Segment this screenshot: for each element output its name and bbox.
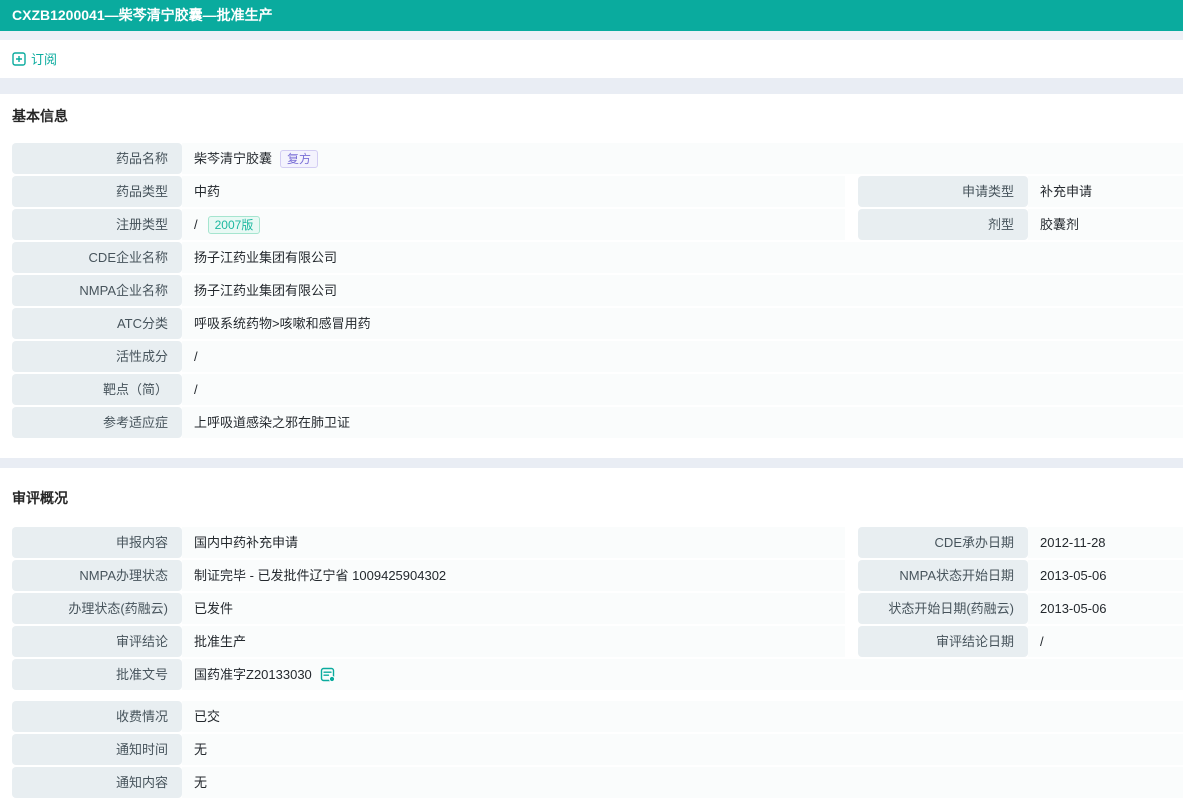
field-value: 制证完毕 - 已发批件辽宁省 1009425904302 bbox=[182, 560, 845, 591]
field-label: 审评结论 bbox=[12, 626, 182, 657]
info-row: ATC分类 呼吸系统药物>咳嗽和感冒用药 bbox=[12, 308, 1183, 339]
field-value: 2013-05-06 bbox=[1028, 560, 1183, 591]
basic-info-table: 药品名称 柴芩清宁胶囊 复方 药品类型 中药 申请类型 补充申请 注册类型 / … bbox=[12, 143, 1183, 440]
field-label: NMPA办理状态 bbox=[12, 560, 182, 591]
field-label: 药品名称 bbox=[12, 143, 182, 174]
info-row: 收费情况 已交 bbox=[12, 701, 1183, 732]
field-value: 中药 bbox=[182, 176, 845, 207]
field-value: / bbox=[1028, 626, 1183, 657]
field-value: 补充申请 bbox=[1028, 176, 1183, 207]
field-label: ATC分类 bbox=[12, 308, 182, 339]
compound-badge: 复方 bbox=[280, 149, 319, 168]
field-label: 批准文号 bbox=[12, 659, 182, 690]
reg-version-badge: 2007版 bbox=[207, 215, 261, 234]
field-label: CDE承办日期 bbox=[858, 527, 1028, 558]
info-row: 办理状态(药融云) 已发件 状态开始日期(药融云) 2013-05-06 bbox=[12, 593, 1183, 624]
info-row: 审评结论 批准生产 审评结论日期 / bbox=[12, 626, 1183, 657]
field-label: NMPA状态开始日期 bbox=[858, 560, 1028, 591]
drug-name-value: 柴芩清宁胶囊 bbox=[194, 151, 273, 166]
field-label: NMPA企业名称 bbox=[12, 275, 182, 306]
field-label: 剂型 bbox=[858, 209, 1028, 240]
field-value: / bbox=[182, 374, 1183, 405]
add-square-icon bbox=[12, 51, 26, 66]
section-title-basic-info: 基本信息 bbox=[12, 108, 68, 124]
info-row: 注册类型 / 2007版 剂型 胶囊剂 bbox=[12, 209, 1183, 240]
field-label: 办理状态(药融云) bbox=[12, 593, 182, 624]
field-value: 柴芩清宁胶囊 复方 bbox=[182, 143, 1183, 174]
info-row: 药品类型 中药 申请类型 补充申请 bbox=[12, 176, 1183, 207]
field-value: 批准生产 bbox=[182, 626, 845, 657]
field-value: 胶囊剂 bbox=[1028, 209, 1183, 240]
info-row: 通知时间 无 bbox=[12, 734, 1183, 765]
info-row: NMPA办理状态 制证完毕 - 已发批件辽宁省 1009425904302 NM… bbox=[12, 560, 1183, 591]
divider-band bbox=[0, 31, 1183, 40]
info-row: 通知内容 无 bbox=[12, 767, 1183, 798]
page-title: CXZB1200041—柴芩清宁胶囊—批准生产 bbox=[12, 7, 273, 23]
field-value: 国内中药补充申请 bbox=[182, 527, 845, 558]
field-value: 国药准字Z20133030 bbox=[182, 659, 1183, 690]
review-table-extra: 收费情况 已交 通知时间 无 通知内容 无 bbox=[12, 701, 1183, 800]
field-label: CDE企业名称 bbox=[12, 242, 182, 273]
divider-band bbox=[0, 78, 1183, 94]
field-value: 已交 bbox=[182, 701, 1183, 732]
document-detail-icon[interactable] bbox=[320, 667, 336, 683]
field-value: 2012-11-28 bbox=[1028, 527, 1183, 558]
section-title-review: 审评概况 bbox=[12, 490, 68, 506]
field-label: 参考适应症 bbox=[12, 407, 182, 438]
subscribe-link[interactable]: 订阅 bbox=[12, 49, 57, 68]
field-value: 已发件 bbox=[182, 593, 845, 624]
toolbar: 订阅 bbox=[0, 40, 1183, 78]
field-value: 扬子江药业集团有限公司 bbox=[182, 242, 1183, 273]
field-value: 呼吸系统药物>咳嗽和感冒用药 bbox=[182, 308, 1183, 339]
info-row: 靶点（简） / bbox=[12, 374, 1183, 405]
info-row: 活性成分 / bbox=[12, 341, 1183, 372]
field-value: / 2007版 bbox=[182, 209, 845, 240]
field-label: 通知时间 bbox=[12, 734, 182, 765]
review-table: 申报内容 国内中药补充申请 CDE承办日期 2012-11-28 NMPA办理状… bbox=[12, 527, 1183, 692]
field-label: 靶点（简） bbox=[12, 374, 182, 405]
info-row: NMPA企业名称 扬子江药业集团有限公司 bbox=[12, 275, 1183, 306]
field-value: 上呼吸道感染之邪在肺卫证 bbox=[182, 407, 1183, 438]
field-value: 扬子江药业集团有限公司 bbox=[182, 275, 1183, 306]
info-row: 药品名称 柴芩清宁胶囊 复方 bbox=[12, 143, 1183, 174]
divider-band bbox=[0, 458, 1183, 468]
field-label: 申请类型 bbox=[858, 176, 1028, 207]
info-row: CDE企业名称 扬子江药业集团有限公司 bbox=[12, 242, 1183, 273]
info-row: 参考适应症 上呼吸道感染之邪在肺卫证 bbox=[12, 407, 1183, 438]
field-label: 注册类型 bbox=[12, 209, 182, 240]
field-label: 收费情况 bbox=[12, 701, 182, 732]
page-header: CXZB1200041—柴芩清宁胶囊—批准生产 bbox=[0, 0, 1183, 31]
field-label: 活性成分 bbox=[12, 341, 182, 372]
field-value: 2013-05-06 bbox=[1028, 593, 1183, 624]
field-label: 通知内容 bbox=[12, 767, 182, 798]
field-value: / bbox=[182, 341, 1183, 372]
field-label: 申报内容 bbox=[12, 527, 182, 558]
field-label: 审评结论日期 bbox=[858, 626, 1028, 657]
info-row: 批准文号 国药准字Z20133030 bbox=[12, 659, 1183, 690]
field-label: 药品类型 bbox=[12, 176, 182, 207]
subscribe-label: 订阅 bbox=[31, 52, 58, 67]
approval-number-value: 国药准字Z20133030 bbox=[194, 667, 312, 682]
field-value: 无 bbox=[182, 767, 1183, 798]
field-label: 状态开始日期(药融云) bbox=[858, 593, 1028, 624]
field-value: 无 bbox=[182, 734, 1183, 765]
info-row: 申报内容 国内中药补充申请 CDE承办日期 2012-11-28 bbox=[12, 527, 1183, 558]
